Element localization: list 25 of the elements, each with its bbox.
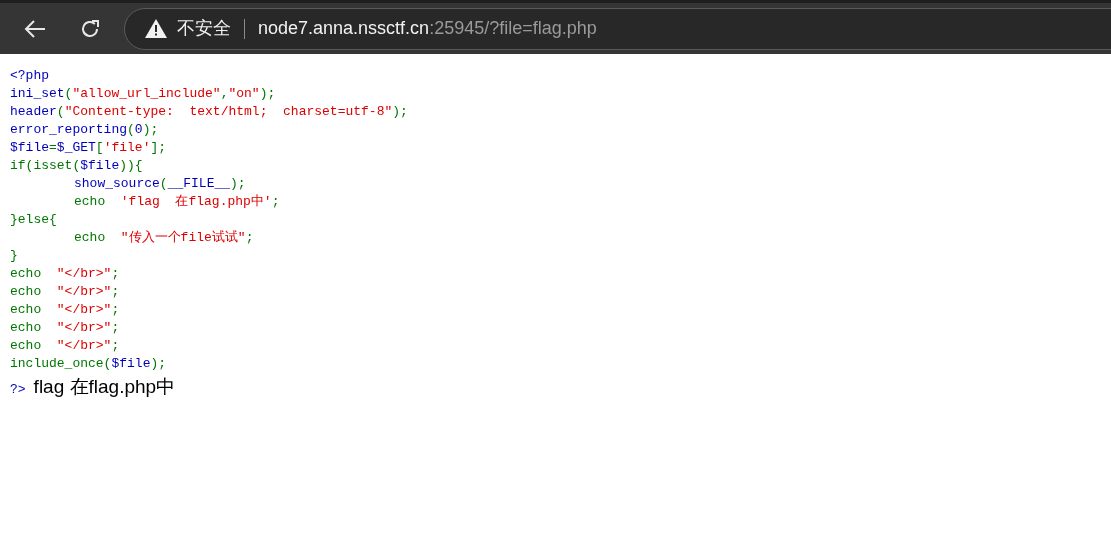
back-arrow-icon [24,18,46,39]
code-line: if(isset($file)){ [10,157,143,175]
code-line: ?> [10,381,26,399]
code-line: <?php [10,67,49,85]
code-line: $file=$_GET['file']; [10,139,167,157]
code-line: echo "</br>"; [10,319,120,337]
code-line: }else{ [10,211,57,229]
code-line: echo "</br>"; [10,283,120,301]
code-line: echo "</br>"; [10,265,120,283]
address-bar[interactable]: 不安全 node7.anna.nssctf.cn:25945/?file=flag.php [124,7,1111,50]
code-line: echo "传入一个file试试"; [74,229,254,247]
code-line: header("Content-type: text/html; charset=utf-8"); [10,103,408,121]
code-line: } [10,247,18,265]
code-line: echo "</br>"; [10,337,120,355]
code-line: error_reporting(0); [10,121,159,139]
code-line: echo "</br>"; [10,301,120,319]
code-line: include_once($file); [10,355,167,373]
code-line: show_source(__FILE__); [74,175,246,193]
code-line: ini_set("allow_url_include","on"); [10,85,276,103]
security-label: 不安全 [177,17,231,40]
output-text: flag 在flag.php中 [33,375,176,399]
warning-icon [145,19,167,38]
url-text: node7.anna.nssctf.cn:25945/?file=flag.php [258,17,597,40]
reload-icon [79,17,101,40]
code-line: echo 'flag 在flag.php中'; [74,193,280,211]
